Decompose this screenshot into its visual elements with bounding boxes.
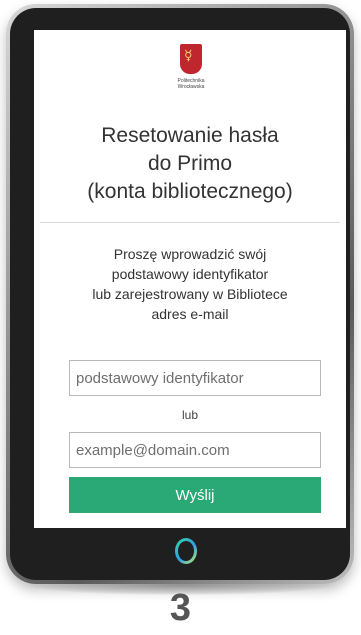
university-logo: ☿ [180,44,202,74]
home-button-ring-icon[interactable] [175,538,197,564]
title-line3: (konta bibliotecznego) [87,180,293,203]
or-label: lub [181,408,198,422]
slide: ☿ Politechnika Wrocławska Resetowanie ha… [0,0,361,635]
logo-caption-line2: Wrocławska [177,84,205,90]
page-title: Resetowanie hasła do Primo (konta biblio… [34,122,346,206]
email-input[interactable] [69,432,321,468]
instructions-line1: Proszę wprowadzić swój [113,246,267,262]
tablet-bezel: ☿ Politechnika Wrocławska Resetowanie ha… [10,8,350,580]
title-line1: Resetowanie hasła [101,124,279,147]
logo-emblem-icon: ☿ [184,48,193,64]
tablet-screen: ☿ Politechnika Wrocławska Resetowanie ha… [34,30,346,528]
title-line2: do Primo [147,152,233,175]
instructions-line2: podstawowy identyfikator [111,266,269,282]
slide-number: 3 [169,587,192,629]
logo-caption: Politechnika Wrocławska [154,78,228,90]
tablet-frame: ☿ Politechnika Wrocławska Resetowanie ha… [6,4,354,584]
divider [40,222,340,223]
instructions-line3: lub zarejestrowany w Bibliotece [92,286,288,302]
instructions-line4: adres e-mail [151,306,229,322]
instructions-text: Proszę wprowadzić swój podstawowy identy… [44,244,336,324]
submit-button[interactable]: Wyślij [69,477,321,513]
identifier-input[interactable] [69,360,321,396]
